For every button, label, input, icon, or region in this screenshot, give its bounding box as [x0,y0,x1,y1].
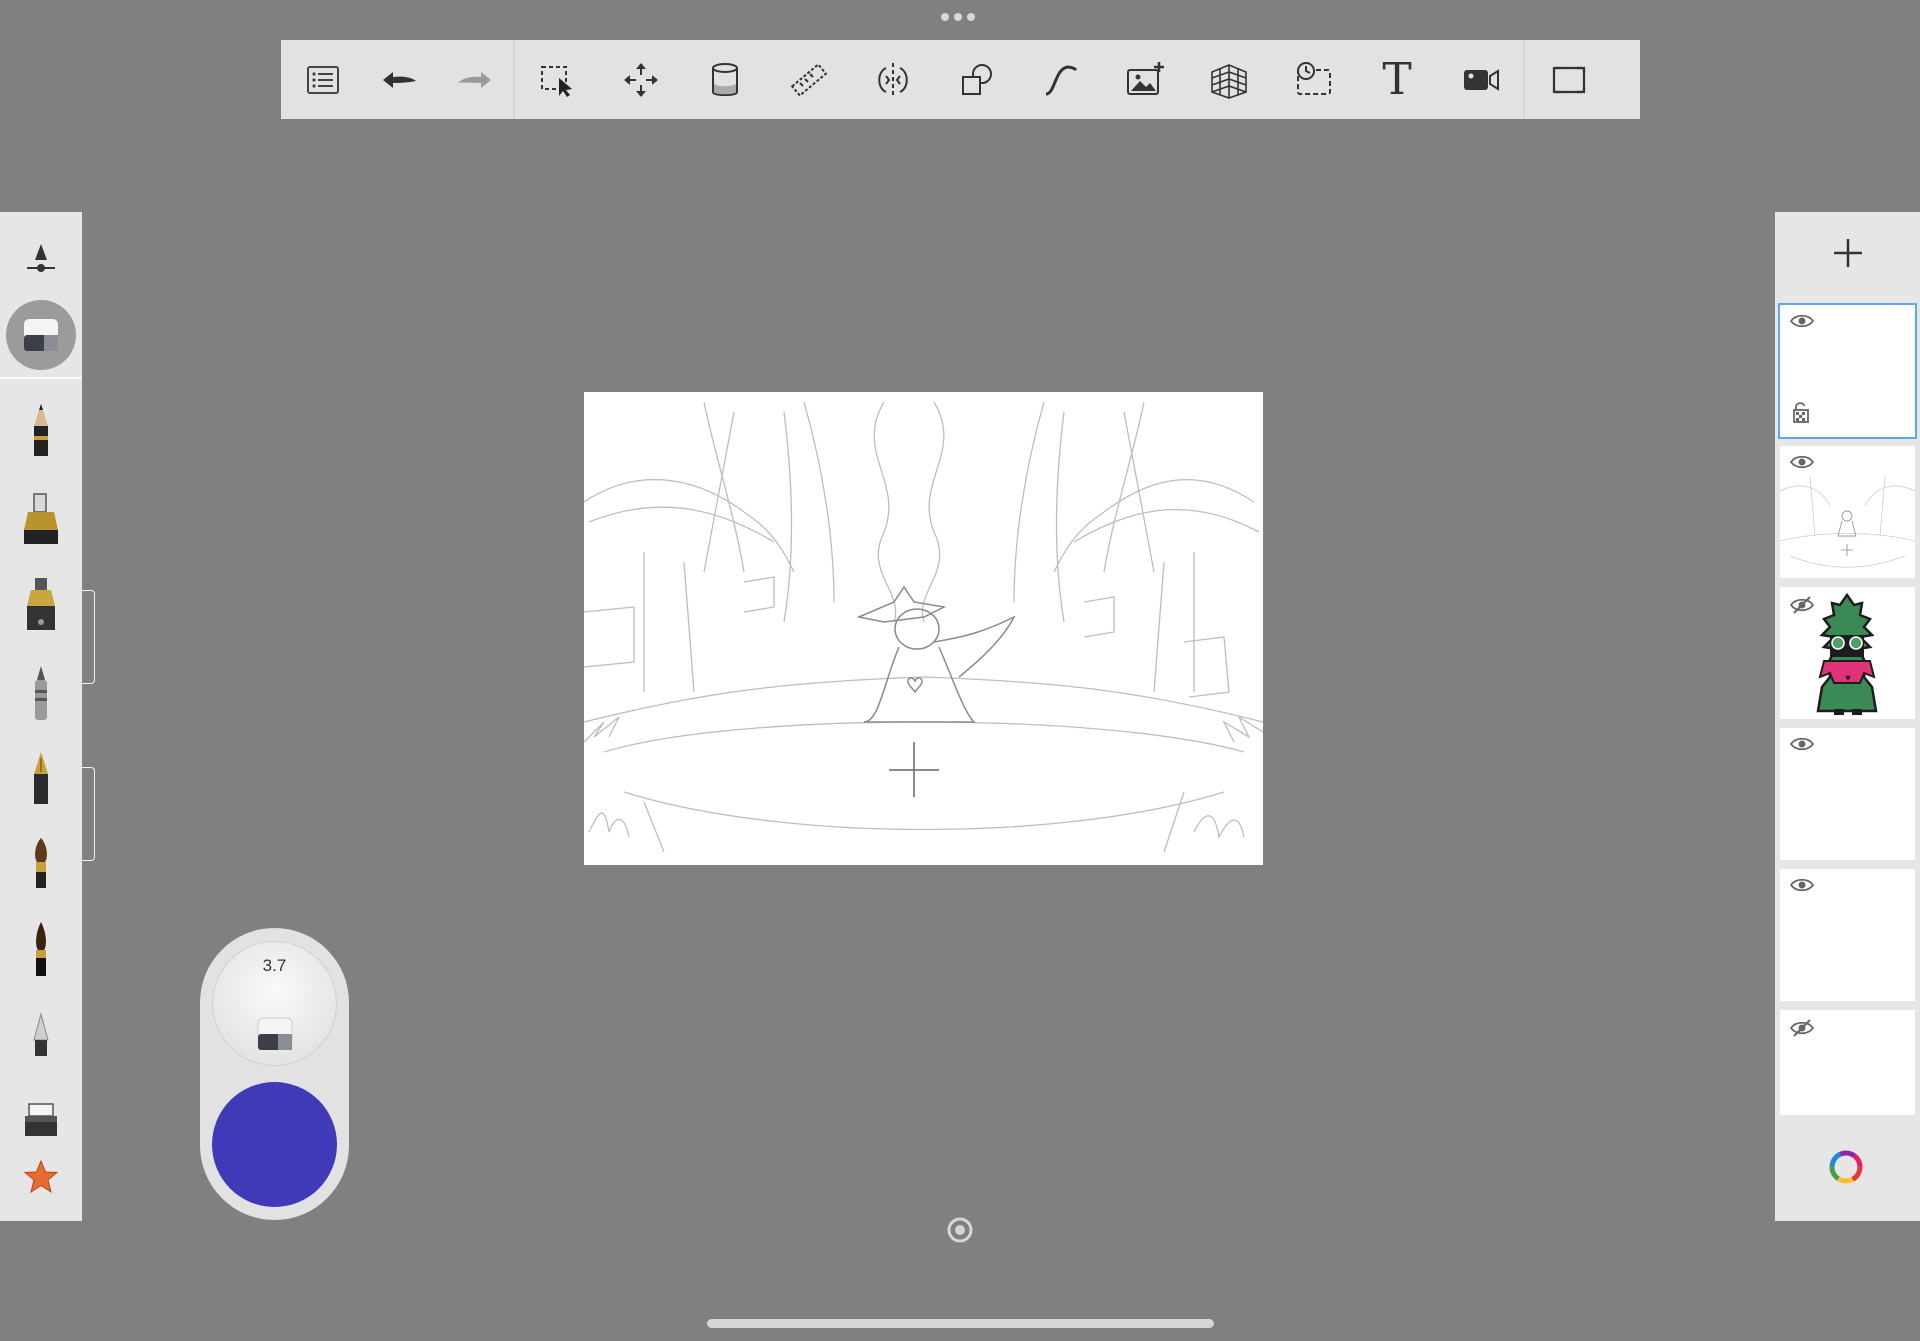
transform-move-icon[interactable] [599,40,683,119]
color-wheel-icon[interactable] [1828,1149,1864,1185]
plus-icon [1833,239,1862,267]
top-toolbar: T [281,40,1640,119]
eye-hidden-icon[interactable] [1790,1018,1814,1038]
paint-brush-icon[interactable] [0,826,82,902]
layer-1[interactable] [1780,305,1915,437]
layer-5[interactable] [1780,869,1915,1001]
text-tool-label: T [1382,54,1412,105]
eye-visible-icon[interactable] [1790,877,1814,893]
perspective-grid-icon[interactable] [1187,40,1271,119]
brush-size-value: 3.7 [262,956,287,975]
lock-transparency-icon[interactable] [1792,401,1810,423]
add-layer-button[interactable] [1775,212,1920,294]
drawing-canvas[interactable] [584,392,1263,865]
home-indicator[interactable] [707,1319,1214,1328]
eye-hidden-icon[interactable] [1790,595,1814,615]
brush-size-control[interactable]: 3.7 [212,941,337,1066]
eye-visible-icon[interactable] [1790,454,1814,470]
ink-brush-icon[interactable] [0,912,82,988]
ballpoint-pen-icon[interactable] [0,656,82,732]
more-options-dots[interactable] [941,13,979,25]
fountain-pen-icon[interactable] [0,742,82,818]
eraser-icon[interactable] [0,300,82,370]
layers-panel [1775,212,1920,1221]
redo-icon[interactable] [437,40,513,119]
symmetry-icon[interactable] [851,40,935,119]
fullscreen-icon[interactable] [1525,40,1613,119]
eye-visible-icon[interactable] [1790,736,1814,752]
shapes-icon[interactable] [935,40,1019,119]
panel-edge-tab-lower[interactable] [82,767,95,861]
rotation-reset-icon[interactable] [946,1216,974,1244]
sketch-artwork [584,401,1263,853]
marker-icon[interactable] [0,482,82,558]
fill-bucket-icon[interactable] [683,40,767,119]
brush-puck[interactable]: 3.7 [200,928,349,1220]
layers-list-icon[interactable] [285,40,361,119]
opacity-size-slider-icon[interactable] [0,230,82,286]
time-lapse-icon[interactable] [1271,40,1355,119]
undo-icon[interactable] [361,40,437,119]
layer-4[interactable] [1780,728,1915,860]
technical-pen-icon[interactable] [0,568,82,644]
favorites-star-icon[interactable] [0,1152,82,1202]
eraser-preview-icon [257,1017,293,1050]
text-icon[interactable]: T [1355,40,1439,119]
selection-icon[interactable] [515,40,599,119]
brush-palette [0,212,82,1221]
airbrush-icon[interactable] [0,1002,82,1078]
layer-3[interactable] [1780,587,1915,719]
layer-6[interactable] [1780,1010,1915,1115]
current-color-swatch[interactable] [212,1082,337,1207]
pencil-icon[interactable] [0,394,82,470]
ruler-icon[interactable] [767,40,851,119]
import-image-icon[interactable] [1103,40,1187,119]
layer-2[interactable] [1780,446,1915,578]
panel-edge-tab-upper[interactable] [82,590,95,684]
video-record-icon[interactable] [1439,40,1523,119]
eye-visible-icon[interactable] [1790,313,1814,329]
stamp-brush-icon[interactable] [0,1092,82,1148]
curve-icon[interactable] [1019,40,1103,119]
